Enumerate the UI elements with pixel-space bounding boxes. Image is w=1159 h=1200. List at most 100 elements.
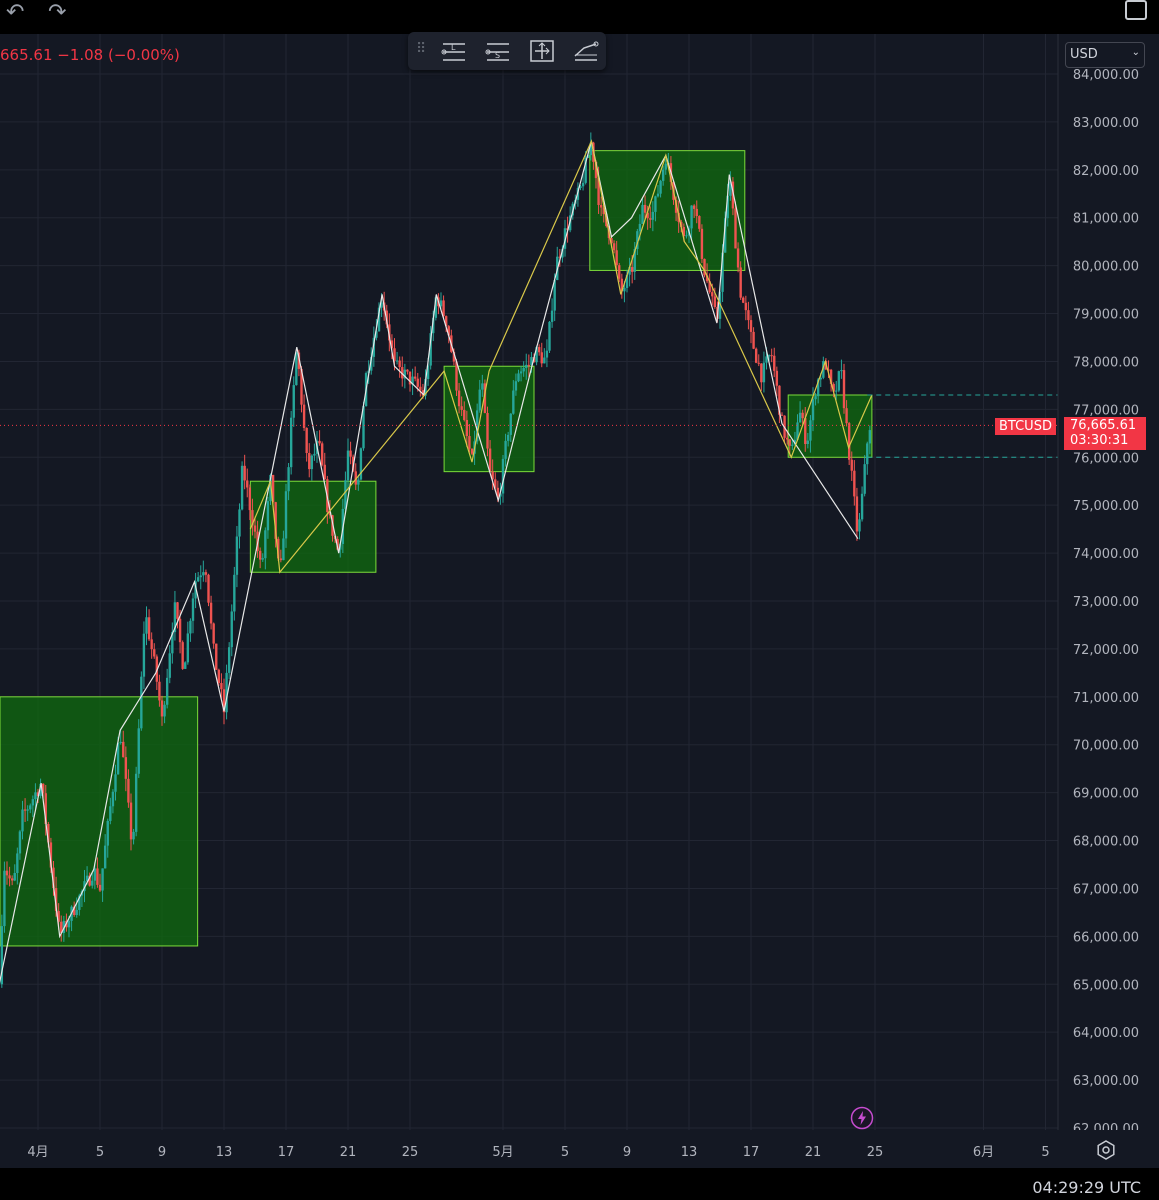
candle-body [168,653,171,678]
candle-body [847,423,851,460]
candle-body [760,363,763,383]
settings-gear-icon[interactable] [1096,1140,1116,1160]
candle-body [287,467,290,492]
candle-body [858,519,861,532]
candle-body [700,228,704,259]
candle-body [850,459,853,471]
drag-handle-icon[interactable]: ⠿ [416,41,426,57]
time-axis-label: 25 [402,1145,419,1160]
candle [837,370,841,393]
candle-body [207,574,210,603]
candle [3,861,6,933]
candle-body [465,419,469,437]
candle-body [305,427,308,453]
candle-body [357,479,360,485]
price-axis-label: 68,000.00 [1073,835,1139,850]
candle-body [612,243,616,251]
candle-body [238,509,241,537]
candle-body [406,369,409,372]
candle-body [145,617,148,634]
candle-body [835,390,838,392]
candle-body [142,633,146,677]
candle-body [780,414,784,416]
candle-body [93,868,97,881]
candle-body [220,682,223,690]
candle-body [227,647,231,673]
candle-body [413,376,417,379]
price-axis-label: 71,000.00 [1073,691,1139,706]
candle-body [522,368,525,372]
price-axis-label: 76,000.00 [1073,451,1139,466]
candle-body [282,538,285,561]
candle-body [34,792,37,800]
candle-body [773,355,776,371]
candle-body [860,493,864,520]
candle-body [202,572,205,576]
candle-body [134,773,138,832]
price-axis-label: 73,000.00 [1073,595,1139,610]
candle-body [196,577,200,582]
candle-body [506,434,510,441]
chart-background [0,34,1159,1130]
price-axis-label: 74,000.00 [1073,547,1139,562]
symbol-tag: BTCUSD [995,418,1056,435]
candle-body [178,618,182,643]
candle-body [747,310,750,321]
time-axis-label: 6月 [973,1145,994,1160]
candle-body [13,872,16,881]
measure-icon[interactable] [528,38,556,64]
price-axis-label: 81,000.00 [1073,212,1139,227]
last-price-tag: 76,665.61 03:30:31 [1064,417,1146,450]
candle-body [695,208,698,217]
price-axis-label: 83,000.00 [1073,116,1139,131]
candle-body [147,617,151,640]
candle-body [659,180,662,194]
time-axis-label: 5 [96,1145,104,1160]
candle-body [517,373,520,382]
candle-body [23,809,27,811]
price-chart[interactable]: 84,000.00 83,000.00 82,000.00 81,000.00 80,0… [0,0,1159,1200]
candle-body [10,878,14,881]
candle-body [798,412,802,423]
candle-body [181,642,184,669]
time-axis-label: 13 [681,1145,698,1160]
price-axis-label: 75,000.00 [1073,499,1139,514]
candle-body [258,550,262,560]
last-price-value: 76,665.61 [1070,418,1137,433]
candle-body [186,633,190,663]
candle-body [615,250,618,266]
candle-body [98,884,102,891]
candle-body [757,362,760,364]
candle-body [127,778,130,803]
candle-body [266,501,270,531]
candle-body [656,193,660,197]
time-axis-label: 21 [805,1145,822,1160]
candle-body [5,870,9,876]
price-axis-label: 64,000.00 [1073,1026,1139,1041]
candle-body [638,223,642,232]
flash-icon[interactable] [850,1106,874,1130]
candle-body [158,681,161,701]
time-axis-label: 21 [340,1145,357,1160]
candle-body [509,413,512,435]
candle-body [320,443,324,465]
candle-body [537,347,541,353]
svg-text:L: L [451,43,456,52]
candle-body [641,204,644,224]
candle-body [101,868,104,891]
candle-body [545,350,549,358]
path-tool-icon[interactable] [572,38,600,64]
candle-body [866,443,869,465]
candle-body [153,649,156,657]
price-axis-label: 65,000.00 [1073,978,1139,993]
short-position-icon[interactable]: S [484,38,512,64]
candle-body [184,662,187,669]
candle-body [788,439,791,446]
long-position-icon[interactable]: L [440,38,468,64]
currency-select[interactable]: USD ⌄ [1065,42,1145,68]
range-box [0,696,199,947]
candle-body [302,404,306,428]
candle-body [114,774,117,792]
candle-body [736,248,740,268]
candle-body [349,450,352,457]
